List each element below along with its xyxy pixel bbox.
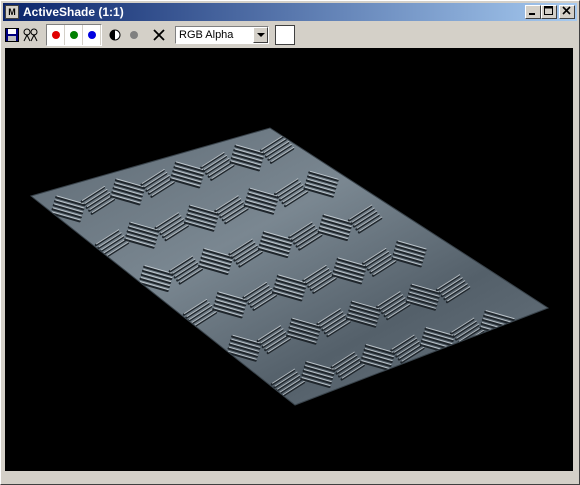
half-circle-icon [109, 29, 121, 41]
clear-button[interactable] [150, 26, 168, 44]
dot-icon [130, 31, 138, 39]
green-dot-icon [69, 31, 78, 39]
x-icon [153, 29, 165, 41]
chevron-down-icon [256, 32, 265, 37]
save-icon [5, 28, 19, 42]
minimize-icon [529, 13, 535, 15]
alpha-button[interactable] [125, 26, 143, 44]
monochrome-button[interactable] [106, 26, 124, 44]
green-channel-toggle[interactable] [65, 25, 83, 45]
blue-channel-toggle[interactable] [83, 25, 101, 45]
title-bar[interactable]: M ActiveShade (1:1) [3, 3, 577, 21]
dropdown-arrow[interactable] [253, 27, 268, 43]
close-icon [562, 6, 571, 15]
window-title: ActiveShade (1:1) [23, 5, 124, 19]
clone-icon [23, 28, 38, 42]
status-bar [3, 472, 577, 482]
maximize-icon [544, 6, 553, 15]
red-dot-icon [51, 31, 60, 39]
render-viewport[interactable] [5, 48, 573, 471]
activeshade-window: M ActiveShade (1:1) RGB Alpha [0, 0, 580, 485]
minimize-button[interactable] [525, 5, 541, 19]
channel-group [46, 24, 102, 46]
toolbar: RGB Alpha [3, 22, 577, 48]
maximize-button[interactable] [541, 5, 557, 19]
display-mode-select[interactable]: RGB Alpha [175, 26, 269, 44]
red-channel-toggle[interactable] [47, 25, 65, 45]
display-mode-value: RGB Alpha [179, 29, 234, 41]
close-button[interactable] [559, 5, 575, 19]
title-buttons [525, 5, 575, 19]
app-icon[interactable]: M [5, 5, 19, 19]
diamond-plate-render [5, 48, 573, 471]
save-button[interactable] [3, 26, 21, 44]
blue-dot-icon [87, 31, 96, 39]
clone-button[interactable] [22, 26, 40, 44]
background-color-swatch[interactable] [275, 25, 295, 45]
